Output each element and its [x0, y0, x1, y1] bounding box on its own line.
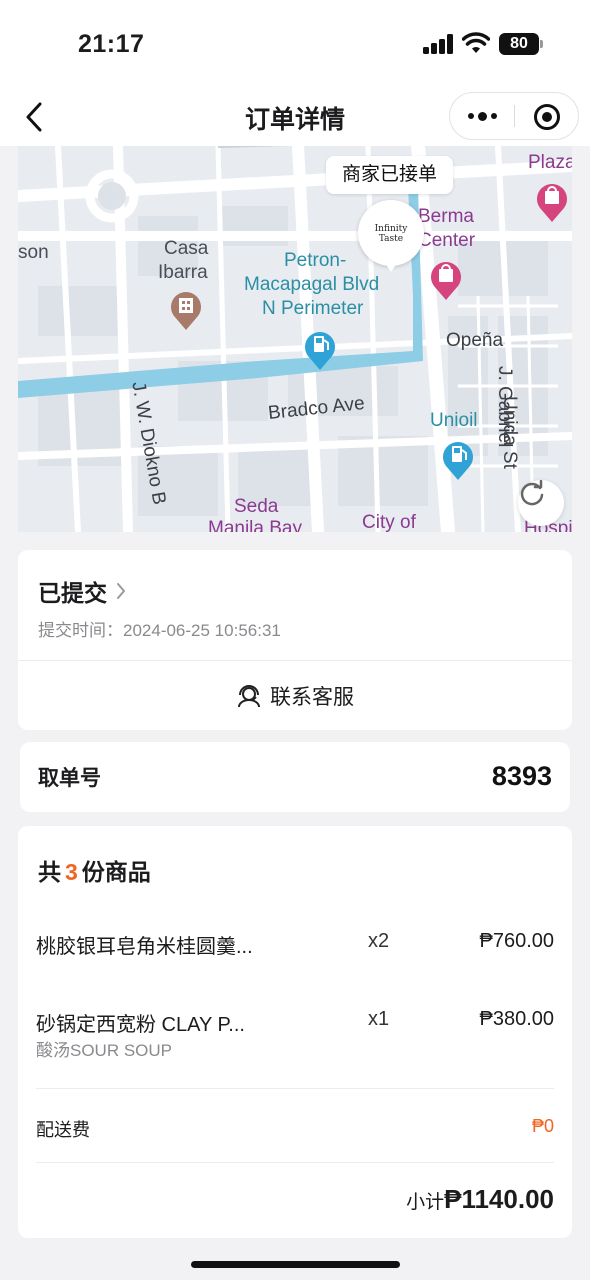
- map-label-unioil: Unioil: [430, 410, 478, 431]
- merchant-location-marker[interactable]: Infinity Taste: [358, 200, 424, 272]
- nav-bar: 订单详情: [0, 88, 590, 146]
- home-indicator: [191, 1261, 400, 1268]
- map-label-petron-3: N Perimeter: [262, 298, 364, 319]
- item-quantity: x1: [368, 1008, 390, 1030]
- map-label-petron-1: Petron-: [284, 250, 347, 271]
- status-bar: 21:17 80: [0, 0, 590, 88]
- order-status-label: 已提交: [38, 580, 107, 606]
- items-count-number: 3: [65, 859, 78, 885]
- mini-program-capsule: [449, 92, 579, 140]
- merchant-logo: Infinity Taste: [374, 224, 408, 244]
- pickup-number-card: 取单号 8393: [20, 742, 570, 812]
- building-poi-icon[interactable]: [168, 288, 204, 332]
- items-count-prefix: 共: [38, 859, 61, 885]
- subtotal-label: 小计: [406, 1192, 445, 1213]
- item-spec: 酸汤SOUR SOUP: [36, 1041, 173, 1060]
- gas-station-icon[interactable]: [302, 326, 338, 372]
- order-status-card: 已提交 提交时间：2024-06-25 10:56:31 联系客服: [18, 550, 572, 730]
- battery-icon: 80: [499, 33, 539, 55]
- items-count: 共 3 份商品: [38, 853, 151, 887]
- map-label-petron-2: Macapagal Blvd: [244, 274, 380, 295]
- refresh-icon: [520, 480, 544, 506]
- order-items-card: 共 3 份商品 桃胶银耳皂角米桂圆羹... x2 ₱760.00 砂锅定西宽粉 CL…: [18, 826, 572, 1238]
- subtotal: 小计₱1140.00: [406, 1184, 554, 1215]
- item-name: 桃胶银耳皂角米桂圆羹...: [36, 936, 253, 958]
- capsule-divider: [514, 105, 515, 127]
- more-options-icon[interactable]: [450, 93, 514, 139]
- status-time: 21:17: [78, 30, 145, 58]
- pickup-number-label: 取单号: [38, 767, 101, 790]
- customer-service-icon: [238, 684, 260, 707]
- close-mini-program-icon[interactable]: [534, 104, 560, 130]
- cellular-signal-icon: [423, 34, 453, 54]
- items-count-suffix: 份商品: [81, 859, 151, 885]
- shopping-bag-icon-2[interactable]: [534, 178, 570, 224]
- divider: [36, 1162, 554, 1163]
- wifi-icon: [462, 32, 490, 53]
- subtotal-value: ₱1140.00: [444, 1184, 554, 1214]
- map-label-unida-st: Unida St: [499, 396, 520, 469]
- map-label-berma-2: Center: [418, 230, 476, 251]
- order-status[interactable]: 已提交: [38, 574, 127, 608]
- map-label-seda-2: Manila Bay: [208, 518, 302, 532]
- gas-station-icon-2[interactable]: [440, 436, 476, 482]
- map-label-berma-1: Berma: [418, 206, 474, 227]
- battery-tip: [540, 40, 543, 48]
- chevron-right-icon: [117, 583, 125, 599]
- item-price: ₱380.00: [479, 1008, 554, 1030]
- divider: [36, 1088, 554, 1089]
- map-label-ibarra: Ibarra: [158, 262, 208, 283]
- map-label-son: son: [18, 242, 49, 263]
- order-map[interactable]: son Casa Ibarra Petron- Macapagal Blvd N…: [18, 146, 572, 532]
- map-label-city-of: City of: [362, 512, 416, 532]
- submit-time: 提交时间：2024-06-25 10:56:31: [38, 621, 281, 640]
- map-label-seda-1: Seda: [234, 496, 279, 517]
- map-label-plaza: Plaza: [528, 152, 572, 173]
- merchant-status-bubble: 商家已接单: [326, 156, 454, 194]
- item-price: ₱760.00: [479, 930, 554, 952]
- contact-service-button[interactable]: 联系客服: [18, 661, 572, 730]
- map-label-opena: Opeña: [446, 330, 504, 351]
- item-name: 砂锅定西宽粉 CLAY P...: [36, 1014, 245, 1036]
- delivery-fee-value: ₱0: [531, 1116, 554, 1136]
- shopping-bag-icon[interactable]: [428, 256, 464, 302]
- map-refresh-button[interactable]: [518, 480, 564, 526]
- map-label-casa: Casa: [164, 238, 209, 259]
- item-quantity: x2: [368, 930, 390, 952]
- delivery-fee-label: 配送费: [36, 1120, 90, 1140]
- contact-service-label: 联系客服: [270, 685, 354, 709]
- pickup-number-value: 8393: [491, 761, 552, 791]
